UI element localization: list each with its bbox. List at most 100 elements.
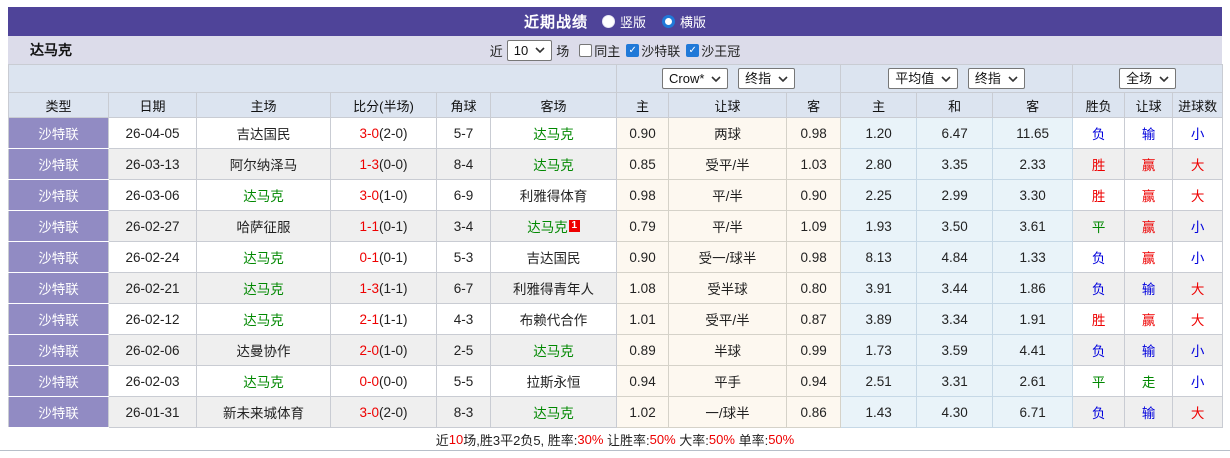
- page-title: 近期战绩: [524, 11, 588, 32]
- away-team-link[interactable]: 达马克: [533, 344, 574, 359]
- col-score: 比分(半场): [331, 93, 437, 118]
- near-label: 近: [490, 41, 503, 60]
- half-score: (0-0): [379, 374, 408, 389]
- stat-label: 近: [436, 430, 449, 449]
- home-team-link[interactable]: 达马克: [243, 282, 284, 297]
- cell-odds-home: 0.90: [617, 118, 669, 149]
- cell-odds-away: 1.09: [787, 211, 841, 242]
- table-row: 沙特联 26-03-13 阿尔纳泽马 1-3(0-0) 8-4 达马克 0.85…: [9, 149, 1223, 180]
- cell-result: 胜: [1073, 304, 1125, 335]
- half-score: (1-0): [379, 343, 408, 358]
- away-team-link[interactable]: 达马克: [527, 220, 568, 235]
- col-corners: 角球: [437, 93, 491, 118]
- half-score: (1-0): [379, 188, 408, 203]
- cell-league: 沙特联: [9, 211, 109, 242]
- odds-company-select[interactable]: Crow*: [662, 68, 728, 89]
- stat-value: 30%: [577, 432, 603, 447]
- home-team-link[interactable]: 新未来城体育: [223, 406, 304, 421]
- away-team-link[interactable]: 达马克: [533, 127, 574, 142]
- home-team-link[interactable]: 阿尔纳泽马: [230, 158, 298, 173]
- cell-league: 沙特联: [9, 180, 109, 211]
- cell-odds-home: 1.02: [617, 397, 669, 428]
- avg-time-select[interactable]: 终指: [968, 68, 1025, 89]
- checkbox-icon[interactable]: ✓: [686, 44, 699, 57]
- away-team-link[interactable]: 达马克: [533, 406, 574, 421]
- cell-avg-draw: 2.99: [917, 180, 993, 211]
- cell-goals-result: 大: [1173, 149, 1223, 180]
- cell-avg-away: 11.65: [993, 118, 1073, 149]
- stat-label: 单率:: [735, 430, 768, 449]
- cell-league: 沙特联: [9, 366, 109, 397]
- home-team-link[interactable]: 达马克: [243, 375, 284, 390]
- cell-corners: 8-3: [437, 397, 491, 428]
- cell-score: 1-3(1-1): [331, 273, 437, 304]
- col-odds-home: 主: [617, 93, 669, 118]
- avg-select-group: 平均值 终指: [841, 65, 1073, 93]
- cell-league: 沙特联: [9, 118, 109, 149]
- filter-controls: 近 10 场 同主✓沙特联✓沙王冠: [8, 40, 1222, 61]
- table-row: 沙特联 26-02-12 达马克 2-1(1-1) 4-3 布赖代合作 1.01…: [9, 304, 1223, 335]
- filter-checkbox-同主[interactable]: 同主: [579, 41, 620, 60]
- away-team-link[interactable]: 布赖代合作: [520, 313, 588, 328]
- cell-date: 26-02-21: [109, 273, 197, 304]
- avg-type-select[interactable]: 平均值: [888, 68, 958, 89]
- cell-home: 达马克: [197, 180, 331, 211]
- cell-odds-home: 0.94: [617, 366, 669, 397]
- cell-handicap-result: 输: [1125, 273, 1173, 304]
- select-row-spacer: [9, 65, 617, 93]
- col-odds-away: 客: [787, 93, 841, 118]
- checkbox-icon[interactable]: [579, 44, 592, 57]
- cell-odds-home: 0.90: [617, 242, 669, 273]
- radio-icon[interactable]: [662, 15, 675, 28]
- cell-home: 哈萨征服: [197, 211, 331, 242]
- cell-date: 26-02-12: [109, 304, 197, 335]
- cell-goals-result: 小: [1173, 211, 1223, 242]
- cell-avg-away: 1.91: [993, 304, 1073, 335]
- full-score: 1-3: [359, 281, 379, 296]
- filter-checkbox-沙特联[interactable]: ✓沙特联: [626, 41, 680, 60]
- match-count-value: 10: [514, 43, 528, 58]
- cell-result: 平: [1073, 366, 1125, 397]
- cell-corners: 5-3: [437, 242, 491, 273]
- radio-icon[interactable]: [602, 15, 615, 28]
- cell-score: 0-1(0-1): [331, 242, 437, 273]
- table-row: 沙特联 26-02-21 达马克 1-3(1-1) 6-7 利雅得青年人 1.0…: [9, 273, 1223, 304]
- chevron-down-icon: [1159, 76, 1169, 82]
- scope-select[interactable]: 全场: [1119, 68, 1176, 89]
- away-team-link[interactable]: 吉达国民: [527, 251, 581, 266]
- avg-type-value: 平均值: [895, 71, 934, 86]
- away-team-link[interactable]: 达马克: [533, 158, 574, 173]
- away-team-link[interactable]: 利雅得体育: [520, 189, 588, 204]
- checkbox-icon[interactable]: ✓: [626, 44, 639, 57]
- odds-time-select[interactable]: 终指: [738, 68, 795, 89]
- chevron-down-icon: [941, 76, 951, 82]
- home-team-link[interactable]: 达曼协作: [237, 344, 291, 359]
- cell-home: 阿尔纳泽马: [197, 149, 331, 180]
- match-count-select[interactable]: 10: [507, 40, 552, 61]
- away-team-link[interactable]: 利雅得青年人: [513, 282, 594, 297]
- cell-home: 吉达国民: [197, 118, 331, 149]
- cell-league: 沙特联: [9, 149, 109, 180]
- layout-radio-横版[interactable]: 横版: [662, 12, 706, 31]
- home-team-link[interactable]: 达马克: [243, 251, 284, 266]
- results-tbody: 沙特联 26-04-05 吉达国民 3-0(2-0) 5-7 达马克 0.90 …: [9, 118, 1223, 428]
- cell-avg-away: 3.61: [993, 211, 1073, 242]
- home-team-link[interactable]: 达马克: [243, 313, 284, 328]
- cell-handicap-result: 走: [1125, 366, 1173, 397]
- away-team-link[interactable]: 拉斯永恒: [527, 375, 581, 390]
- home-team-link[interactable]: 哈萨征服: [237, 220, 291, 235]
- stat-label: 场,胜3平2负5, 胜率:: [463, 430, 577, 449]
- half-score: (2-0): [379, 126, 408, 141]
- cell-avg-away: 3.30: [993, 180, 1073, 211]
- home-team-link[interactable]: 达马克: [243, 189, 284, 204]
- cell-odds-away: 0.99: [787, 335, 841, 366]
- home-team-link[interactable]: 吉达国民: [237, 127, 291, 142]
- cell-odds-handicap: 受半球: [669, 273, 787, 304]
- cell-result: 负: [1073, 335, 1125, 366]
- cell-avg-away: 4.41: [993, 335, 1073, 366]
- cell-avg-draw: 6.47: [917, 118, 993, 149]
- layout-radio-竖版[interactable]: 竖版: [602, 12, 646, 31]
- cell-odds-away: 0.87: [787, 304, 841, 335]
- full-score: 2-1: [359, 312, 379, 327]
- filter-checkbox-沙王冠[interactable]: ✓沙王冠: [686, 41, 740, 60]
